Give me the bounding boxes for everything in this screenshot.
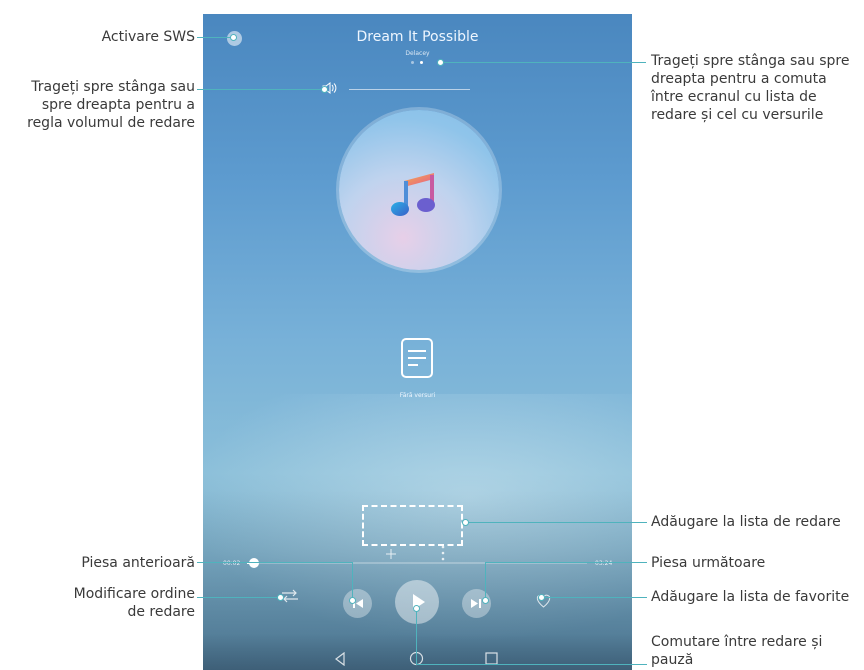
callout-line-volume [197, 89, 323, 90]
callout-favorite: Adăugare la lista de favorite [651, 589, 850, 605]
progress-knob[interactable] [248, 558, 259, 568]
callout-previous: Piesa anterioară [81, 555, 195, 571]
callout-add-playlist: Adăugare la lista de redare [651, 514, 841, 530]
add-more-highlight [362, 505, 463, 546]
callout-order-line-1: Modificare ordine [73, 586, 195, 602]
callout-swipe-line-3: între ecranul cu lista de [651, 89, 817, 105]
callout-swipe: Trageți spre stânga sau spre dreapta pen… [651, 52, 864, 124]
callout-dot-sws [230, 34, 237, 41]
callout-vline-next [485, 562, 486, 600]
callout-line-swipe [440, 62, 646, 63]
plus-icon[interactable] [386, 549, 396, 559]
lyrics-status: Fără versuri [399, 392, 436, 399]
callout-dot-order [277, 594, 284, 601]
callout-dot-swipe [437, 59, 444, 66]
callout-dot-volume [321, 86, 328, 93]
callout-order-line-2: de redare [127, 604, 195, 620]
callout-play-pause-line-2: pauză [651, 652, 694, 668]
more-vertical-icon[interactable] [441, 545, 445, 561]
callout-line-add-playlist [465, 522, 647, 523]
triangle-back-icon[interactable] [333, 652, 347, 666]
callout-swipe-line-2: dreapta pentru a comuta [651, 71, 827, 87]
callout-line-next [485, 562, 647, 563]
callout-volume: Trageți spre stânga sau spre dreapta pen… [0, 78, 195, 132]
callout-sws: Activare SWS [101, 29, 195, 45]
callout-vline-previous [352, 562, 353, 600]
music-note-icon [388, 167, 444, 219]
page-dot-2 [420, 61, 423, 64]
callout-volume-line-1: Trageți spre stânga sau [31, 79, 195, 95]
play-icon [413, 594, 425, 610]
song-title: Dream It Possible [356, 29, 479, 45]
callout-line-order [197, 597, 279, 598]
callout-dot-next [482, 597, 489, 604]
skip-previous-icon [353, 599, 363, 608]
callout-vline-play [416, 608, 417, 664]
callout-line-sws [197, 37, 232, 38]
music-player-screen: Dream It Possible Delacey Fără versuri 0… [203, 14, 632, 670]
callout-volume-line-2: spre dreapta pentru a [41, 97, 195, 113]
volume-slider[interactable] [349, 89, 470, 90]
callout-play-pause-line-1: Comutare între redare și [651, 634, 823, 650]
callout-next: Piesa următoare [651, 555, 766, 571]
callout-dot-favorite [538, 594, 545, 601]
callout-swipe-line-1: Trageți spre stânga sau spre [651, 53, 850, 69]
page-indicator[interactable] [408, 60, 428, 66]
callout-line-favorite [541, 597, 647, 598]
previous-button[interactable] [343, 589, 372, 618]
callout-play-pause: Comutare între redare și pauză [651, 633, 864, 669]
document-icon [400, 337, 434, 379]
play-pause-button[interactable] [395, 580, 439, 624]
callout-line-play [416, 664, 647, 665]
callout-dot-add [462, 519, 469, 526]
callout-line-previous [197, 562, 352, 563]
callout-volume-line-3: regla volumul de redare [27, 115, 195, 131]
artist-name: Delacey [405, 50, 430, 57]
page-dot-1 [411, 61, 414, 64]
callout-dot-play [413, 605, 420, 612]
callout-order: Modificare ordine de redare [10, 585, 195, 621]
callout-swipe-line-4: redare și cel cu versurile [651, 107, 824, 123]
callout-dot-previous [349, 597, 356, 604]
